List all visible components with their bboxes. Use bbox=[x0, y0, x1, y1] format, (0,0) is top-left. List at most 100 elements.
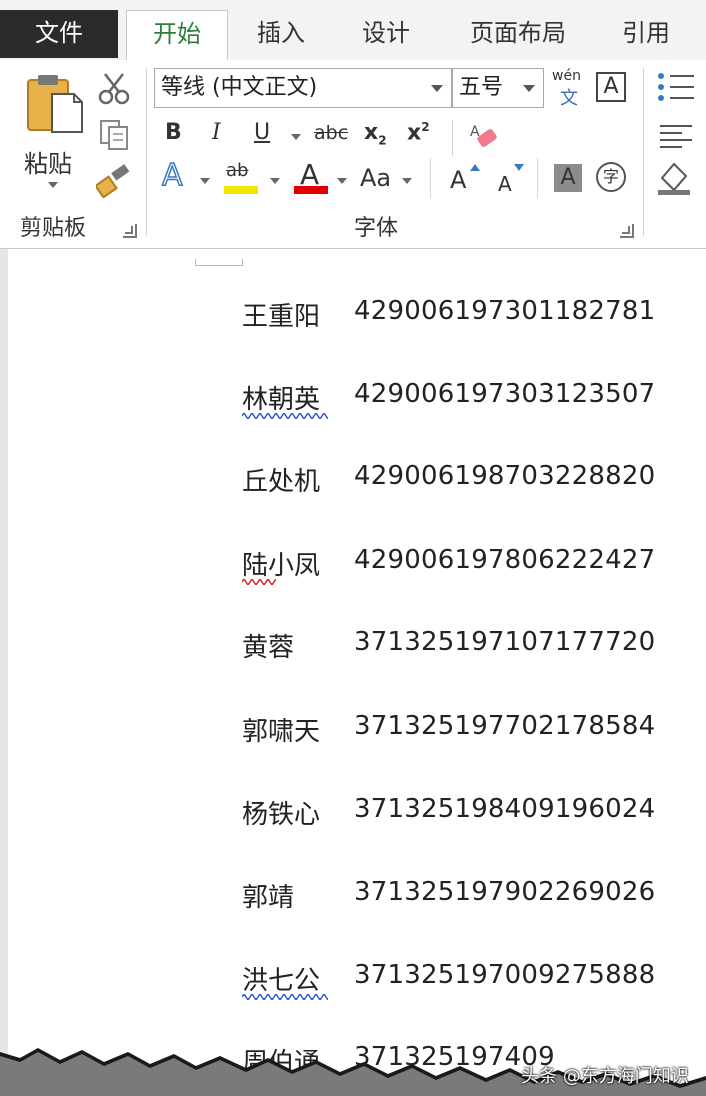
font-size-value: 五号 bbox=[459, 75, 504, 100]
chevron-down-icon bbox=[523, 85, 535, 92]
clear-formatting-icon[interactable]: A bbox=[468, 120, 502, 152]
id-number: 429006198703228820 bbox=[354, 461, 656, 491]
bold-button[interactable]: B bbox=[165, 120, 182, 145]
text-effects-dropdown-icon[interactable] bbox=[200, 178, 210, 184]
id-number: 371325197009275888 bbox=[354, 960, 656, 990]
highlight-button[interactable]: ab bbox=[224, 160, 260, 196]
tab-home[interactable]: 开始 bbox=[126, 10, 228, 61]
character-shading-label: A bbox=[560, 165, 576, 190]
tab-insert[interactable]: 插入 bbox=[240, 10, 322, 60]
superscript-button[interactable]: x2 bbox=[407, 120, 430, 145]
id-number: 429006197303123507 bbox=[354, 379, 656, 409]
change-case-button[interactable]: Aa bbox=[360, 164, 391, 192]
align-left-icon[interactable] bbox=[658, 122, 694, 150]
subscript-2: 2 bbox=[378, 133, 387, 148]
separator bbox=[643, 68, 644, 236]
spelling-squiggle bbox=[242, 579, 276, 585]
person-name: 王重阳 bbox=[242, 302, 321, 332]
text-effects-button[interactable]: A bbox=[161, 157, 183, 194]
italic-button[interactable]: I bbox=[212, 120, 221, 145]
font-family-combo[interactable]: 等线 (中文正文) bbox=[154, 68, 452, 108]
subscript-button[interactable]: x2 bbox=[364, 120, 387, 147]
tab-references[interactable]: 引用 bbox=[605, 10, 687, 60]
table-row: 洪七公 371325197009275888 bbox=[242, 960, 682, 1000]
subscript-x: x bbox=[364, 120, 379, 145]
ribbon: 粘贴 剪贴板 等线 (中文正文) 五号 wén 文 A B I U abc x2 bbox=[0, 60, 706, 249]
person-name: 林朝英 bbox=[242, 385, 321, 415]
grow-font-button[interactable]: A bbox=[450, 166, 466, 194]
tab-design[interactable]: 设计 bbox=[345, 10, 427, 60]
character-border-label: A bbox=[603, 74, 619, 99]
font-color-bar bbox=[294, 186, 328, 194]
underline-dropdown-icon[interactable] bbox=[291, 134, 301, 140]
paste-button[interactable]: 粘贴 bbox=[18, 72, 88, 192]
enclose-characters-label: 字 bbox=[602, 167, 619, 186]
paste-icon bbox=[27, 75, 83, 133]
underline-button[interactable]: U bbox=[254, 120, 270, 145]
strikethrough-button[interactable]: abc bbox=[314, 122, 348, 144]
superscript-2: 2 bbox=[421, 120, 430, 134]
shading-icon[interactable] bbox=[656, 160, 700, 196]
table-row: 丘处机 429006198703228820 bbox=[242, 461, 682, 501]
chevron-down-icon bbox=[431, 85, 443, 92]
table-row: 王重阳 429006197301182781 bbox=[242, 296, 682, 336]
page-corner-mark bbox=[195, 259, 243, 266]
shrink-font-button[interactable]: A bbox=[498, 172, 512, 196]
id-number: 371325197702178584 bbox=[354, 711, 656, 741]
ribbon-tab-bar: 文件 开始 插入 设计 页面布局 引用 bbox=[0, 0, 706, 61]
document-margin bbox=[0, 249, 8, 1096]
paste-label: 粘贴 bbox=[24, 150, 72, 178]
highlight-color-bar bbox=[224, 186, 258, 194]
watermark: 头条 @东方海门知识 bbox=[521, 1066, 689, 1087]
tab-layout[interactable]: 页面布局 bbox=[458, 10, 578, 60]
font-color-button[interactable]: A bbox=[294, 158, 328, 196]
table-row: 郭啸天 371325197702178584 bbox=[242, 711, 682, 751]
enclose-characters-button[interactable]: 字 bbox=[596, 162, 626, 192]
person-name: 黄蓉 bbox=[242, 633, 295, 663]
table-row: 林朝英 429006197303123507 bbox=[242, 379, 682, 419]
separator bbox=[146, 68, 147, 236]
table-row: 黄蓉 371325197107177720 bbox=[242, 627, 682, 667]
id-number: 371325198409196024 bbox=[354, 794, 656, 824]
font-family-value: 等线 (中文正文) bbox=[161, 75, 318, 100]
highlight-label: ab bbox=[226, 160, 249, 181]
table-row: 陆小凤 429006197806222427 bbox=[242, 545, 682, 585]
character-shading-button[interactable]: A bbox=[554, 164, 582, 192]
font-color-dropdown-icon[interactable] bbox=[337, 178, 347, 184]
shrink-font-icon bbox=[514, 164, 524, 171]
table-row: 郭靖 371325197902269026 bbox=[242, 877, 682, 917]
bullets-icon[interactable] bbox=[656, 70, 696, 104]
format-painter-icon[interactable] bbox=[96, 164, 132, 198]
clipboard-launcher-icon[interactable] bbox=[123, 224, 137, 238]
separator bbox=[537, 158, 538, 198]
id-number: 429006197806222427 bbox=[354, 545, 656, 575]
person-name: 洪七公 bbox=[242, 966, 321, 996]
id-number: 429006197301182781 bbox=[354, 296, 656, 326]
person-name: 郭啸天 bbox=[242, 717, 321, 747]
phonetic-guide-button[interactable]: wén 文 bbox=[550, 68, 588, 109]
change-case-dropdown-icon[interactable] bbox=[402, 178, 412, 184]
phonetic-top: wén bbox=[552, 68, 581, 84]
id-number: 371325197107177720 bbox=[354, 627, 656, 657]
id-number: 371325197902269026 bbox=[354, 877, 656, 907]
superscript-x: x bbox=[407, 120, 422, 146]
font-size-combo[interactable]: 五号 bbox=[452, 68, 544, 108]
table-row: 杨铁心 371325198409196024 bbox=[242, 794, 682, 834]
font-launcher-icon[interactable] bbox=[620, 224, 634, 238]
copy-icon[interactable] bbox=[97, 118, 131, 152]
separator bbox=[430, 158, 431, 198]
person-name: 郭靖 bbox=[242, 883, 295, 913]
person-name: 陆小凤 bbox=[242, 551, 321, 581]
phonetic-char: 文 bbox=[560, 88, 578, 109]
spelling-squiggle bbox=[242, 994, 328, 1000]
highlight-dropdown-icon[interactable] bbox=[270, 178, 280, 184]
font-group-label: 字体 bbox=[354, 216, 399, 241]
clipboard-group-label: 剪贴板 bbox=[20, 216, 87, 241]
cut-icon[interactable] bbox=[97, 72, 131, 106]
grow-font-icon bbox=[470, 164, 480, 171]
person-name: 杨铁心 bbox=[242, 800, 321, 830]
person-name: 丘处机 bbox=[242, 467, 321, 497]
character-border-button[interactable]: A bbox=[596, 72, 626, 102]
paste-dropdown-icon[interactable] bbox=[48, 182, 58, 188]
tab-file[interactable]: 文件 bbox=[0, 10, 118, 58]
